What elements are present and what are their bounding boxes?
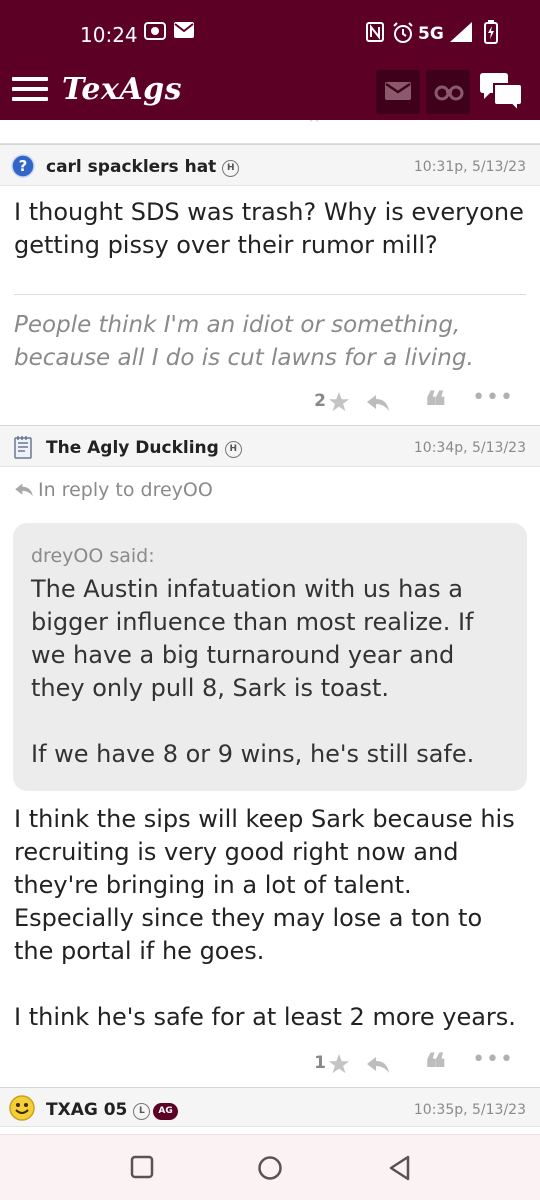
network-type: 5G [418,24,444,44]
post-body: I think the sips will keep Sark because … [14,805,516,1031]
screen-record-icon [144,22,166,44]
post-actions: 2 ❝ ••• [0,381,540,427]
nfc-icon [366,22,384,46]
status-bar: 10:24 5G [0,0,540,66]
star-icon[interactable] [328,1053,350,1075]
post: ? carl spacklers hat H 10:31p, 5/13/23 I … [0,144,540,427]
previous-post-actions: ★ ↩ ❝ [0,120,540,144]
in-reply-to-link[interactable]: In reply to dreyOO [0,467,540,507]
post: The Agly Duckling H 10:34p, 5/13/23 In re… [0,425,540,1089]
recents-icon[interactable] [130,1155,154,1179]
quoted-post: dreyOO said: The Austin infatuation with… [13,523,527,791]
system-navigation-bar [0,1134,540,1200]
back-icon[interactable] [388,1155,412,1181]
watchlist-button[interactable] [426,70,470,114]
quote-icon[interactable]: ❝ [424,1049,446,1089]
more-options-icon[interactable]: ••• [472,385,514,410]
reply-arrow-icon [15,483,33,497]
post-actions: 1 ❝ ••• [0,1043,540,1089]
reply-icon[interactable] [366,1055,390,1075]
post: TXAG 05 L AG 10:35p, 5/13/23 [0,1087,540,1127]
reply-icon[interactable] [366,393,390,413]
star-count: 1 [314,1053,326,1073]
star-icon[interactable] [328,391,350,413]
more-options-icon[interactable]: ••• [472,1047,514,1072]
svg-text:?: ? [19,157,28,175]
notepad-avatar-icon [14,436,32,459]
username[interactable]: TXAG 05 [46,1100,127,1120]
post-username-link[interactable]: The Agly Duckling H [46,438,242,458]
post-body: I thought SDS was trash? Why is everyone… [14,198,524,259]
mail-notification-icon [174,22,194,42]
status-time: 10:24 [80,23,138,47]
question-avatar-icon: ? [11,154,35,178]
post-timestamp[interactable]: 10:34p, 5/13/23 [414,440,526,456]
post-header: The Agly Duckling H 10:34p, 5/13/23 [0,425,540,467]
post-header: TXAG 05 L AG 10:35p, 5/13/23 [0,1087,540,1127]
ag-badge: AG [153,1103,178,1120]
binoculars-icon [434,85,464,101]
quote-icon[interactable]: ❝ [424,387,446,427]
signal-icon [450,22,472,46]
username[interactable]: The Agly Duckling [46,438,219,458]
menu-icon[interactable] [12,77,48,107]
smiley-avatar-icon [9,1095,35,1121]
chat-bubbles-icon [480,73,523,114]
post-timestamp[interactable]: 10:35p, 5/13/23 [414,1102,526,1118]
user-badge: L [133,1103,151,1120]
quote-author: dreyOO said: [31,545,155,567]
post-signature: People think I'm an idiot or something, … [14,312,474,371]
post-header: ? carl spacklers hat H 10:31p, 5/13/23 [0,144,540,186]
star-count: 2 [314,391,326,411]
username[interactable]: carl spacklers hat [46,157,216,177]
quote-text: The Austin infatuation with us has a big… [31,575,475,768]
thread-feed[interactable]: ★ ↩ ❝ ? carl spacklers hat H 10:31p, 5/13… [0,120,540,1134]
home-icon[interactable] [257,1155,283,1181]
messages-button[interactable] [376,70,420,114]
battery-icon [484,20,498,48]
reply-to-text[interactable]: In reply to dreyOO [38,479,213,501]
envelope-icon [385,82,411,100]
post-username-link[interactable]: carl spacklers hat H [46,157,240,177]
post-timestamp[interactable]: 10:31p, 5/13/23 [414,159,526,175]
user-badge: H [224,441,242,458]
texags-logo[interactable]: TexAgs [62,72,182,107]
user-badge: H [222,160,240,177]
post-username-link[interactable]: TXAG 05 L AG [46,1100,178,1120]
chat-button[interactable] [478,72,524,116]
alarm-icon [392,22,414,48]
app-header: TexAgs [0,66,540,120]
